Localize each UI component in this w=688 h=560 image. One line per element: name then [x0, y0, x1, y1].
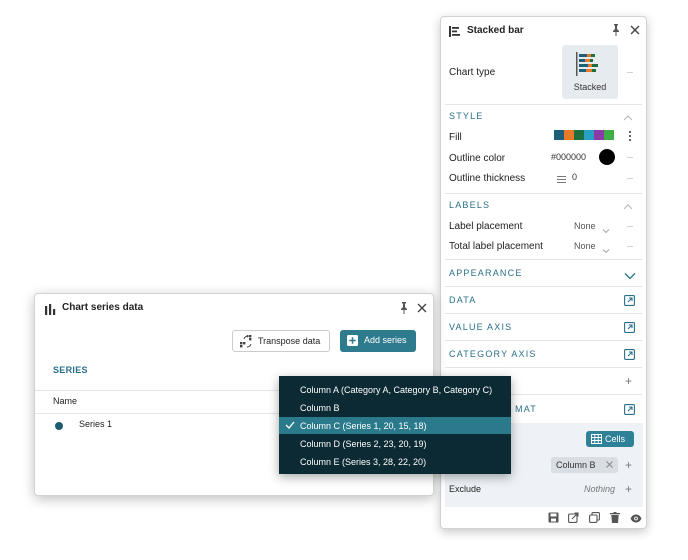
pin-icon[interactable] — [399, 302, 409, 317]
copy-icon[interactable] — [589, 511, 600, 526]
dropdown-option-label: Column E (Series 3, 28, 22, 20) — [300, 457, 427, 467]
fill-swatch — [554, 130, 564, 140]
transpose-data-label: Transpose data — [258, 336, 321, 346]
fill-swatch — [584, 130, 594, 140]
remove-icon[interactable] — [605, 460, 614, 471]
plus-box-icon — [347, 335, 358, 346]
dropdown-option-label: Column A (Category A, Category B, Catego… — [300, 385, 493, 395]
outline-thickness-label: Outline thickness — [449, 173, 526, 184]
panel-footer-toolbar — [548, 511, 642, 526]
panel-title: Stacked bar — [467, 25, 524, 36]
dropdown-option[interactable]: Column E (Series 3, 28, 22, 20) — [279, 453, 511, 470]
label-placement-label: Label placement — [449, 221, 523, 232]
divider — [445, 367, 642, 368]
chevron-down-icon[interactable] — [602, 222, 610, 237]
outline-color-value[interactable]: #000000 — [551, 152, 586, 162]
divider — [445, 340, 642, 341]
transpose-icon — [240, 335, 252, 348]
outline-color-label: Outline color — [449, 153, 506, 164]
outline-color-reset-dash — [627, 157, 633, 158]
fill-label: Fill — [449, 132, 462, 143]
outline-color-swatch[interactable] — [599, 149, 615, 165]
add-plus-icon[interactable]: + — [625, 483, 632, 495]
add-series-button[interactable]: Add series — [340, 330, 416, 352]
dropdown-option-selected[interactable]: Column C (Series 1, 20, 15, 18) — [279, 417, 511, 434]
close-icon[interactable] — [629, 24, 641, 39]
checkmark-icon — [285, 420, 295, 432]
dialog-title: Chart series data — [62, 302, 144, 313]
chart-type-value: Stacked — [573, 82, 607, 92]
dropdown-option-label: Column B — [300, 403, 340, 413]
value-axis-section-heading[interactable]: VALUE AXIS — [449, 322, 512, 332]
chart-type-stacked-option[interactable]: Stacked — [562, 45, 618, 99]
name-column-header: Name — [53, 396, 78, 406]
chevron-down-icon[interactable] — [602, 242, 610, 257]
dropdown-option-label: Column D (Series 2, 23, 20, 19) — [300, 439, 427, 449]
open-external-icon[interactable] — [624, 348, 635, 363]
stacked-bar-thumbnail-icon — [576, 52, 598, 76]
series-section-heading: SERIES — [53, 365, 88, 375]
cells-button[interactable]: Cells — [586, 431, 634, 447]
total-label-placement-select[interactable]: None — [574, 241, 596, 251]
style-section-heading: STYLE — [449, 111, 484, 121]
eye-icon[interactable] — [630, 511, 642, 526]
outline-thickness-reset-dash — [627, 178, 633, 179]
label-placement-select[interactable]: None — [574, 221, 596, 231]
open-external-icon[interactable] — [624, 321, 635, 336]
series-color-dot — [55, 422, 63, 430]
divider — [445, 193, 642, 194]
label-placement-reset-dash — [627, 226, 633, 227]
appearance-section-heading[interactable]: APPEARANCE — [449, 268, 523, 278]
divider — [445, 104, 642, 105]
category-axis-section-heading[interactable]: CATEGORY AXIS — [449, 349, 537, 359]
chevron-up-icon[interactable] — [623, 110, 633, 125]
fill-palette[interactable] — [554, 130, 614, 140]
data-section-heading[interactable]: DATA — [449, 295, 476, 305]
divider — [445, 259, 642, 260]
chevron-up-icon[interactable] — [623, 199, 633, 214]
column-select-dropdown: Column A (Category A, Category B, Catego… — [279, 376, 511, 474]
bar-chart-icon — [45, 303, 56, 318]
line-thickness-icon — [557, 172, 566, 187]
dropdown-option[interactable]: Column B — [279, 399, 511, 416]
fill-swatch — [594, 130, 604, 140]
save-icon[interactable] — [548, 511, 559, 526]
dropdown-option[interactable]: Column D (Series 2, 23, 20, 19) — [279, 435, 511, 452]
format-section-heading[interactable]: MAT — [515, 404, 537, 414]
column-chip[interactable]: Column B — [551, 457, 618, 473]
export-icon[interactable] — [568, 511, 579, 526]
chart-type-label: Chart type — [449, 67, 496, 78]
total-label-placement-reset-dash — [627, 246, 633, 247]
dropdown-option[interactable]: Column A (Category A, Category B, Catego… — [279, 381, 511, 398]
transpose-data-button[interactable]: Transpose data — [232, 330, 330, 352]
panel-header: Stacked bar — [441, 17, 646, 45]
close-icon[interactable] — [416, 302, 428, 317]
fill-swatch — [574, 130, 584, 140]
more-options-icon[interactable] — [628, 130, 632, 145]
exclude-value[interactable]: Nothing — [584, 484, 615, 494]
total-label-placement-label: Total label placement — [449, 241, 543, 252]
delete-icon[interactable] — [610, 511, 620, 526]
add-plus-icon[interactable]: + — [625, 375, 632, 387]
fill-swatch — [604, 130, 614, 140]
stacked-bar-chart-icon — [449, 25, 461, 40]
column-chip-label: Column B — [556, 460, 596, 470]
grid-icon — [591, 434, 602, 444]
add-plus-icon[interactable]: + — [625, 459, 632, 471]
chevron-down-icon[interactable] — [624, 268, 636, 283]
chart-type-reset-dash — [627, 72, 633, 73]
open-external-icon[interactable] — [624, 403, 635, 418]
outline-thickness-value[interactable]: 0 — [572, 172, 577, 182]
fill-swatch — [564, 130, 574, 140]
exclude-label: Exclude — [449, 484, 482, 494]
open-external-icon[interactable] — [624, 294, 635, 309]
series-name: Series 1 — [79, 419, 113, 429]
pin-icon[interactable] — [611, 24, 621, 39]
divider — [445, 286, 642, 287]
divider — [445, 313, 642, 314]
dropdown-option-label: Column C (Series 1, 20, 15, 18) — [300, 421, 427, 431]
cells-button-label: Cells — [605, 434, 626, 444]
labels-section-heading: LABELS — [449, 200, 491, 210]
add-series-label: Add series — [364, 335, 407, 345]
